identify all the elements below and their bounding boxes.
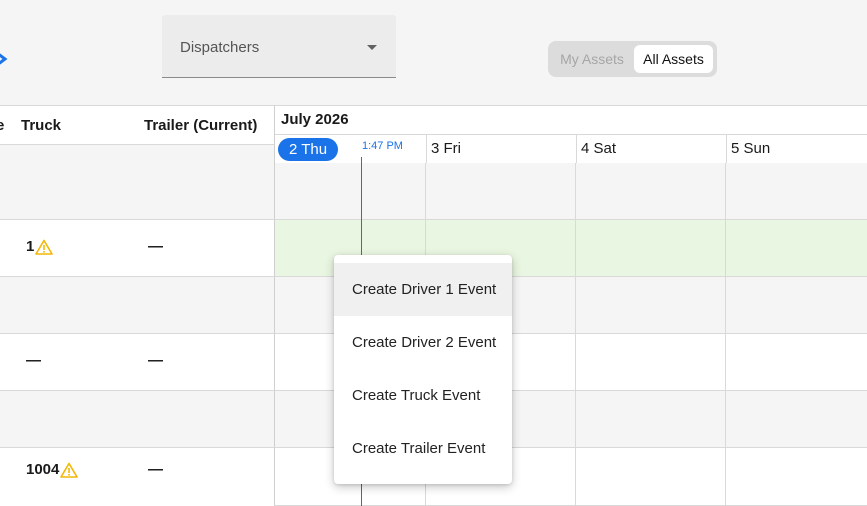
toolbar: Dispatchers My Assets All Assets [0, 0, 867, 105]
truck-cell: — [26, 352, 41, 369]
create-driver-1-event-item[interactable]: Create Driver 1 Event [334, 263, 512, 316]
chevron-right-icon[interactable] [0, 50, 8, 68]
trailer-cell: — [148, 352, 163, 369]
day-divider [575, 163, 576, 506]
create-driver-2-event-item[interactable]: Create Driver 2 Event [334, 316, 512, 369]
asset-scope-toggle: My Assets All Assets [548, 41, 717, 77]
table-row[interactable] [0, 277, 274, 334]
day-header-today[interactable]: 2 Thu [278, 138, 338, 161]
table-row[interactable]: 1004 — [0, 448, 274, 506]
day-header[interactable]: 3 Fri [426, 135, 461, 164]
table-row[interactable]: — — [0, 334, 274, 391]
column-header-partial[interactable]: e [0, 117, 4, 134]
trailer-cell: — [148, 461, 163, 478]
warning-icon [60, 462, 79, 478]
calendar-row[interactable] [274, 163, 867, 220]
context-menu: Create Driver 1 Event Create Driver 2 Ev… [334, 255, 512, 484]
calendar-header: July 2026 2 Thu 3 Fri 4 Sat 5 Sun [274, 105, 867, 164]
month-label: July 2026 [281, 111, 349, 128]
table-row[interactable] [0, 391, 274, 448]
table-row[interactable]: 1 — [0, 220, 274, 277]
dispatcher-select-value: Dispatchers [180, 39, 260, 56]
dispatcher-select[interactable]: Dispatchers [162, 15, 396, 78]
my-assets-option[interactable]: My Assets [552, 45, 632, 73]
column-header-trailer[interactable]: Trailer (Current) [144, 117, 257, 134]
caret-down-icon [367, 45, 377, 50]
truck-cell: 1 [26, 238, 54, 255]
asset-table-header: e Truck Trailer (Current) [0, 105, 274, 145]
table-row[interactable] [0, 145, 274, 220]
column-header-truck[interactable]: Truck [21, 117, 61, 134]
create-truck-event-item[interactable]: Create Truck Event [334, 369, 512, 422]
day-header[interactable]: 5 Sun [726, 135, 770, 164]
day-divider [725, 163, 726, 506]
trailer-cell: — [148, 238, 163, 255]
current-time-label: 1:47 PM [362, 140, 403, 152]
warning-icon [35, 239, 54, 255]
create-trailer-event-item[interactable]: Create Trailer Event [334, 422, 512, 475]
day-header[interactable]: 4 Sat [576, 135, 616, 164]
all-assets-option[interactable]: All Assets [634, 45, 713, 73]
truck-cell: 1004 [26, 461, 79, 478]
